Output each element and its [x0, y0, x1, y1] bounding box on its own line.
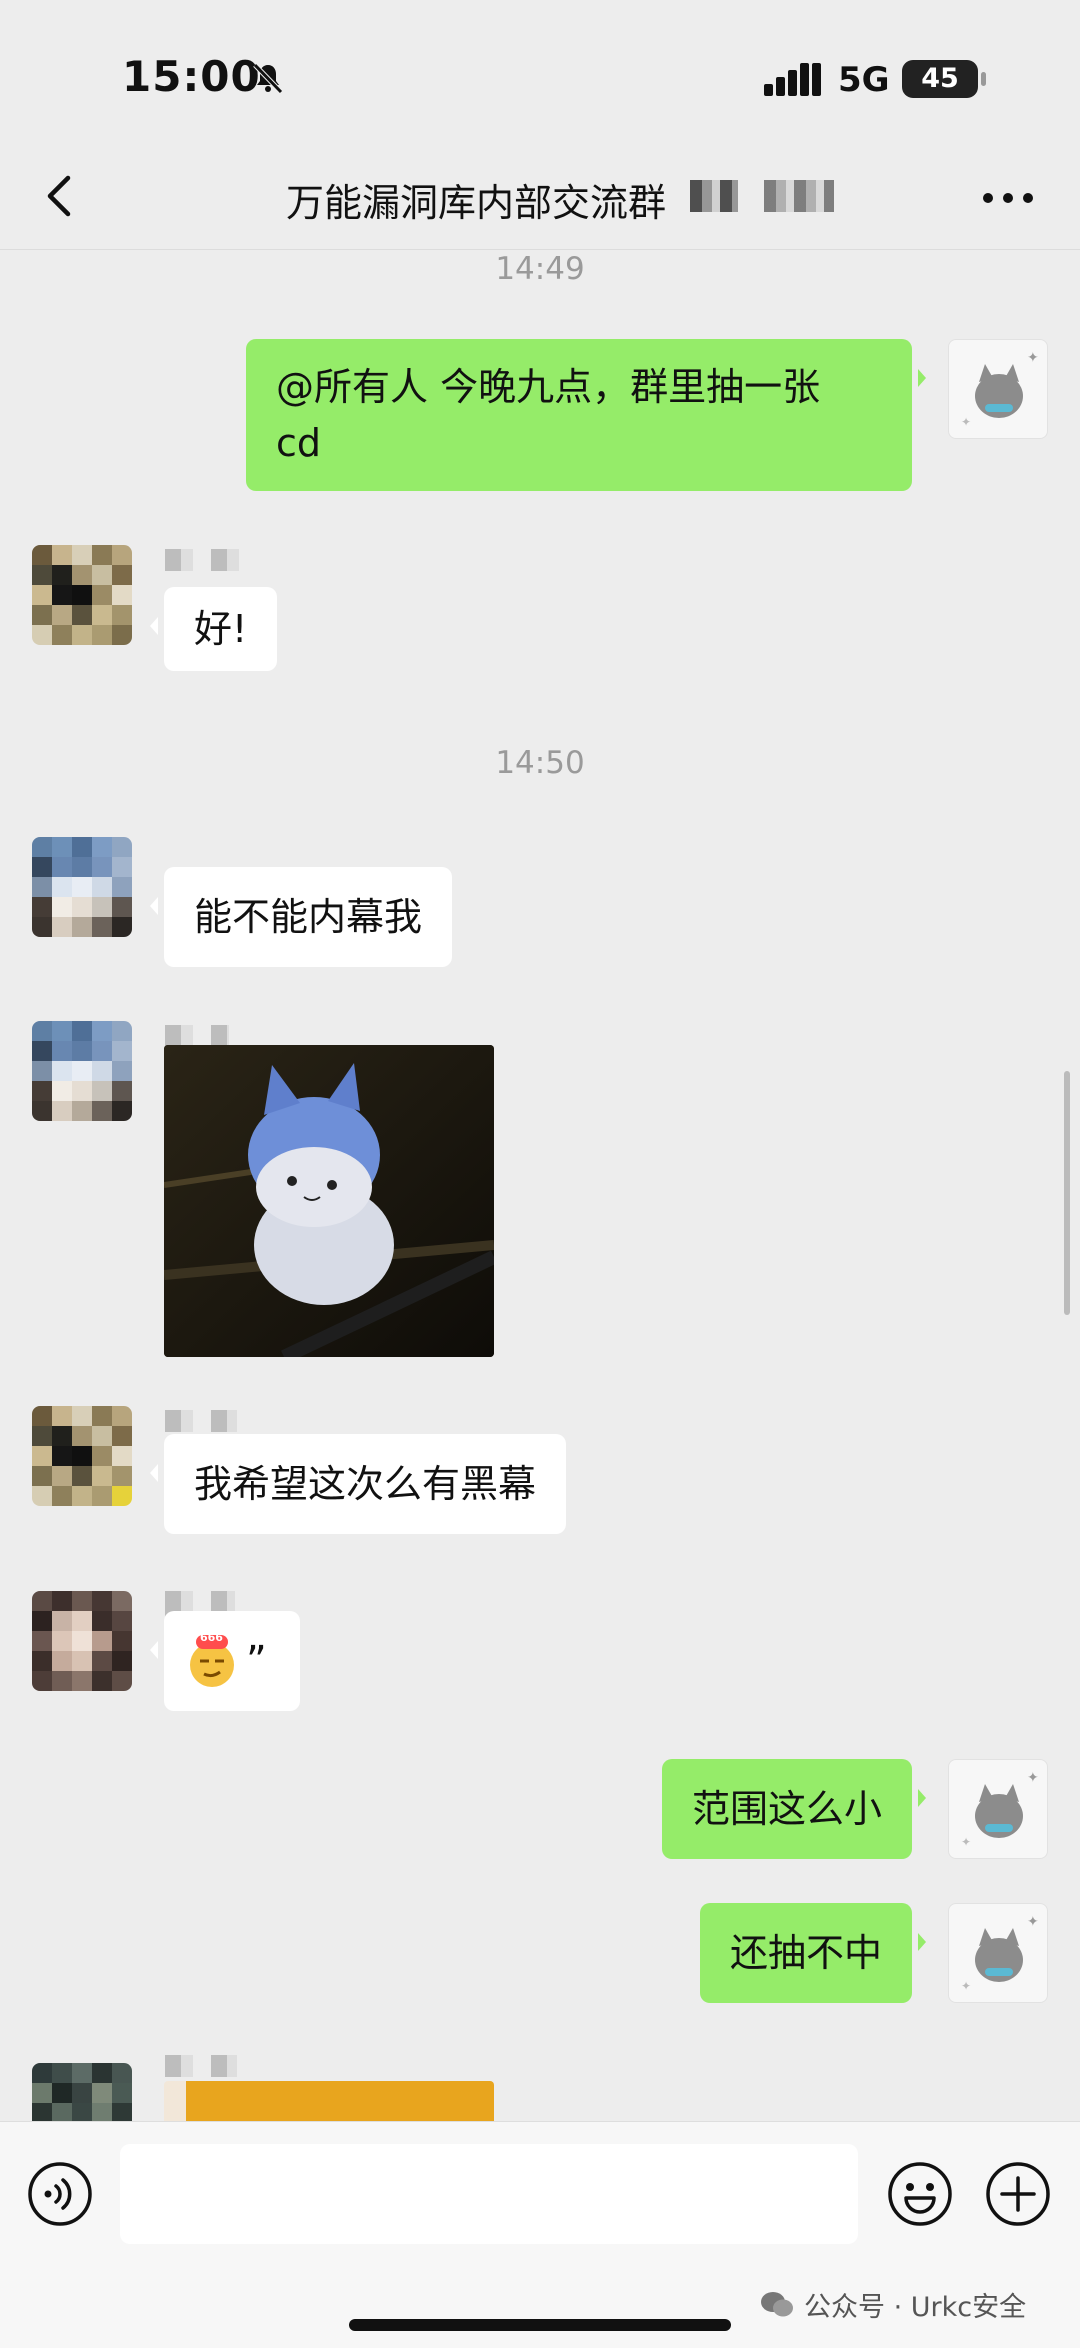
my-avatar[interactable]: ✦ ✦: [948, 1759, 1048, 1859]
sender-name-redacted: [165, 1025, 229, 1047]
emoji-picker-icon[interactable]: [886, 2160, 954, 2228]
watermark-text: 公众号 · Urkc安全: [804, 2292, 1027, 2323]
incoming-message[interactable]: 666 ”: [150, 1611, 300, 1711]
message-list[interactable]: 14:49 @所有人 今晚九点，群里抽一张 cd ✦ ✦ 好! 14:50 能不能…: [0, 251, 1080, 2121]
sender-name-redacted: [165, 2055, 237, 2077]
svg-text:✦: ✦: [961, 415, 971, 429]
signal-icon: [764, 63, 821, 96]
message-input[interactable]: [120, 2144, 858, 2244]
outgoing-message[interactable]: 还抽不中: [699, 1903, 927, 2003]
member-avatar[interactable]: [32, 1021, 132, 1121]
my-avatar[interactable]: ✦ ✦: [948, 1903, 1048, 2003]
sender-name-redacted: [165, 549, 251, 571]
message-text: ”: [246, 1638, 267, 1684]
member-avatar[interactable]: [32, 545, 132, 645]
wechat-logo-icon: [761, 2291, 793, 2316]
title-redaction: [690, 180, 738, 212]
timestamp-separator: 14:49: [495, 251, 585, 287]
member-avatar[interactable]: [32, 2063, 132, 2121]
incoming-message[interactable]: 好!: [149, 587, 278, 671]
chat-header: 万能漏洞库内部交流群: [0, 150, 1080, 250]
outgoing-message[interactable]: 范围这么小: [661, 1759, 927, 1859]
my-avatar[interactable]: ✦ ✦: [948, 339, 1048, 439]
battery-indicator: 45: [902, 60, 986, 98]
voice-input-icon[interactable]: [26, 2160, 94, 2228]
back-arrow-icon[interactable]: [28, 164, 92, 228]
bell-muted-icon: [253, 63, 283, 94]
partial-image[interactable]: [164, 2081, 494, 2121]
watermark: 公众号 · Urkc安全: [760, 2285, 1026, 2324]
status-time: 15:00: [122, 52, 261, 101]
add-attachment-icon[interactable]: [984, 2160, 1052, 2228]
scroll-indicator[interactable]: [1064, 1071, 1070, 1315]
status-bar: 15:00 5G 45: [0, 0, 1080, 150]
home-indicator[interactable]: [349, 2319, 731, 2331]
svg-text:✦: ✦: [961, 1835, 971, 1849]
chat-title: 万能漏洞库内部交流群: [286, 181, 667, 225]
sender-name-redacted: [165, 1410, 237, 1432]
more-options-icon[interactable]: [976, 178, 1040, 218]
network-type: 5G: [838, 60, 890, 100]
title-redaction: [764, 180, 834, 212]
svg-text:✦: ✦: [1027, 1914, 1039, 1930]
input-bar: 公众号 · Urkc安全: [0, 2121, 1080, 2348]
incoming-message[interactable]: 我希望这次么有黑幕: [149, 1434, 567, 1534]
emoji-badge: 666: [200, 1631, 223, 1644]
timestamp-separator: 14:50: [495, 745, 585, 781]
message-text: cd: [276, 421, 322, 465]
member-avatar[interactable]: [32, 1591, 132, 1691]
svg-text:✦: ✦: [1027, 350, 1039, 366]
message-text: @所有人 今晚九点，群里抽一张: [276, 365, 821, 409]
member-avatar[interactable]: [32, 837, 132, 937]
member-avatar[interactable]: [32, 1406, 132, 1506]
plush-toy-photo[interactable]: [164, 1045, 494, 1357]
outgoing-message[interactable]: @所有人 今晚九点，群里抽一张 cd: [246, 339, 926, 491]
svg-text:✦: ✦: [961, 1979, 971, 1993]
svg-text:✦: ✦: [1027, 1770, 1039, 1786]
incoming-message[interactable]: 能不能内幕我: [149, 867, 453, 967]
